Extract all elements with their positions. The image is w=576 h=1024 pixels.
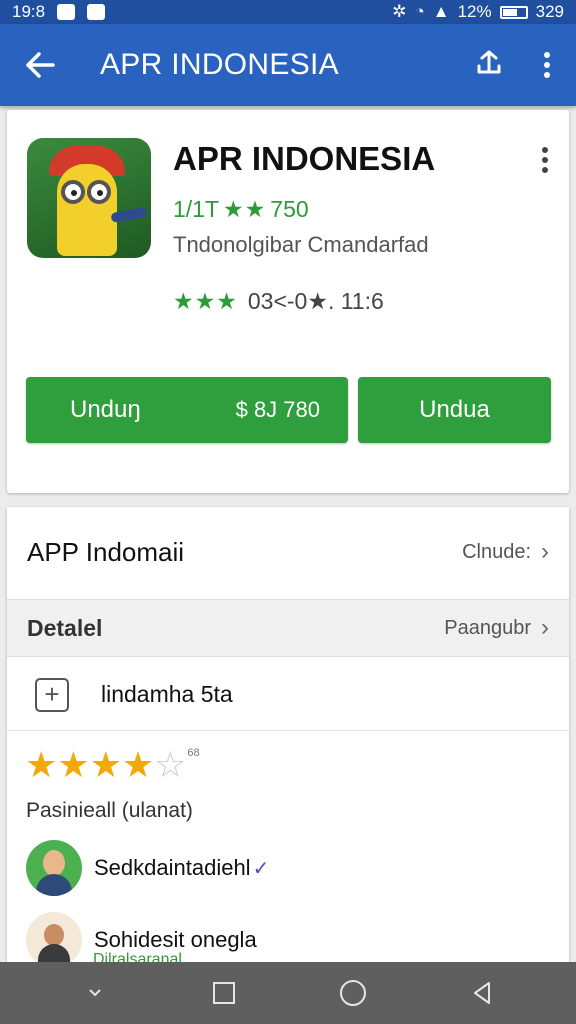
secondary-install-button[interactable]: Undua: [358, 377, 551, 443]
rating-line: 1/1T ★★ 750: [173, 196, 309, 223]
status-clock: 329: [535, 2, 564, 21]
notification-icon-2: [87, 4, 106, 20]
install-button[interactable]: Unduŋ $ 8J 780: [26, 377, 348, 443]
nav-home-icon[interactable]: [323, 963, 383, 1023]
wifi-icon: ◔: [414, 2, 425, 21]
app-bar-title: APR INDONESIA: [100, 48, 339, 81]
add-row[interactable]: + lindamha 5ta: [7, 659, 569, 731]
star-filled-icon: ★: [121, 744, 155, 785]
reviewer-name: Sohidesit onegla: [94, 927, 257, 952]
info-card: APP Indomaii Clnude: › Detalel Paangubr …: [7, 507, 569, 977]
back-arrow-icon[interactable]: [0, 24, 80, 106]
rating-value: 750: [270, 196, 309, 222]
status-time: 19:8: [12, 2, 46, 21]
review-stars[interactable]: ★ ★ ★ ★ ☆ 68: [25, 747, 200, 783]
status-bar: 19:8 ✲ ◔ ▲ 12% 329: [0, 0, 576, 24]
app-icon[interactable]: [27, 138, 151, 258]
section-title: APP Indomaii: [27, 536, 185, 567]
downloads-text: 03<-0★. 11:6: [247, 288, 384, 314]
chevron-right-icon: ›: [541, 614, 549, 641]
avatar: [26, 912, 82, 968]
add-box-icon: +: [35, 677, 69, 712]
star-empty-icon: ☆: [154, 744, 187, 785]
add-row-label: lindamha 5ta: [101, 681, 233, 707]
notification-icon: [57, 4, 76, 20]
app-card: APR INDONESIA 1/1T ★★ 750 Tndonolgibar C…: [7, 110, 569, 493]
battery-icon: [499, 5, 528, 19]
section-header[interactable]: APP Indomaii Clnude: ›: [7, 507, 569, 597]
reviewer-item[interactable]: Sedkdaintadiehl ✓: [26, 839, 546, 897]
developer-name[interactable]: Tndonolgibar Cmandarfad: [173, 232, 429, 258]
verified-icon: ✓: [252, 857, 270, 880]
nav-recents-icon[interactable]: [194, 963, 254, 1023]
star-filled-icon: ★: [89, 744, 122, 785]
app-icon-eye: [87, 180, 111, 204]
bluetooth-icon: ✲: [392, 2, 407, 21]
section-link-label: Clnude:: [462, 540, 531, 563]
install-button-label: Unduŋ: [70, 396, 141, 423]
rating-prefix: 1/1T: [173, 196, 220, 222]
detail-row[interactable]: Detalel Paangubr ›: [7, 599, 569, 657]
section-link[interactable]: Clnude: ›: [462, 538, 549, 566]
chevron-right-icon: ›: [541, 538, 549, 565]
review-count: 68: [187, 747, 200, 759]
install-button-price: $ 8J 780: [235, 397, 320, 422]
app-icon-minion: [57, 164, 117, 256]
battery-percent: 12%: [457, 2, 492, 21]
app-name: APR INDONESIA: [173, 140, 436, 177]
downloads-line: ★★★ 03<-0★. 11:6: [173, 288, 384, 315]
detail-link-label: Paangubr: [444, 616, 531, 639]
detail-title: Detalel: [27, 614, 103, 641]
nav-back-icon[interactable]: [452, 963, 512, 1023]
star-filled-icon: ★: [25, 744, 58, 785]
avatar: [26, 840, 82, 896]
reviewer-name: Sedkdaintadiehl: [94, 855, 251, 880]
star-filled-icon: ★: [57, 744, 90, 785]
downloads-stars: ★★★: [173, 288, 238, 314]
system-nav-bar: [0, 962, 576, 1024]
review-caption: Pasinieall (ulanat): [26, 799, 193, 822]
app-icon-eye: [61, 180, 85, 204]
signal-icon: ▲: [432, 2, 450, 21]
secondary-button-label: Undua: [419, 396, 490, 423]
app-bar: APR INDONESIA: [0, 24, 576, 106]
rating-stars: ★★: [223, 196, 267, 222]
more-vert-icon[interactable]: [518, 24, 576, 106]
card-more-icon[interactable]: [535, 142, 555, 178]
nav-down-icon[interactable]: [65, 963, 125, 1023]
detail-link[interactable]: Paangubr ›: [444, 614, 549, 642]
share-icon[interactable]: [460, 24, 518, 106]
